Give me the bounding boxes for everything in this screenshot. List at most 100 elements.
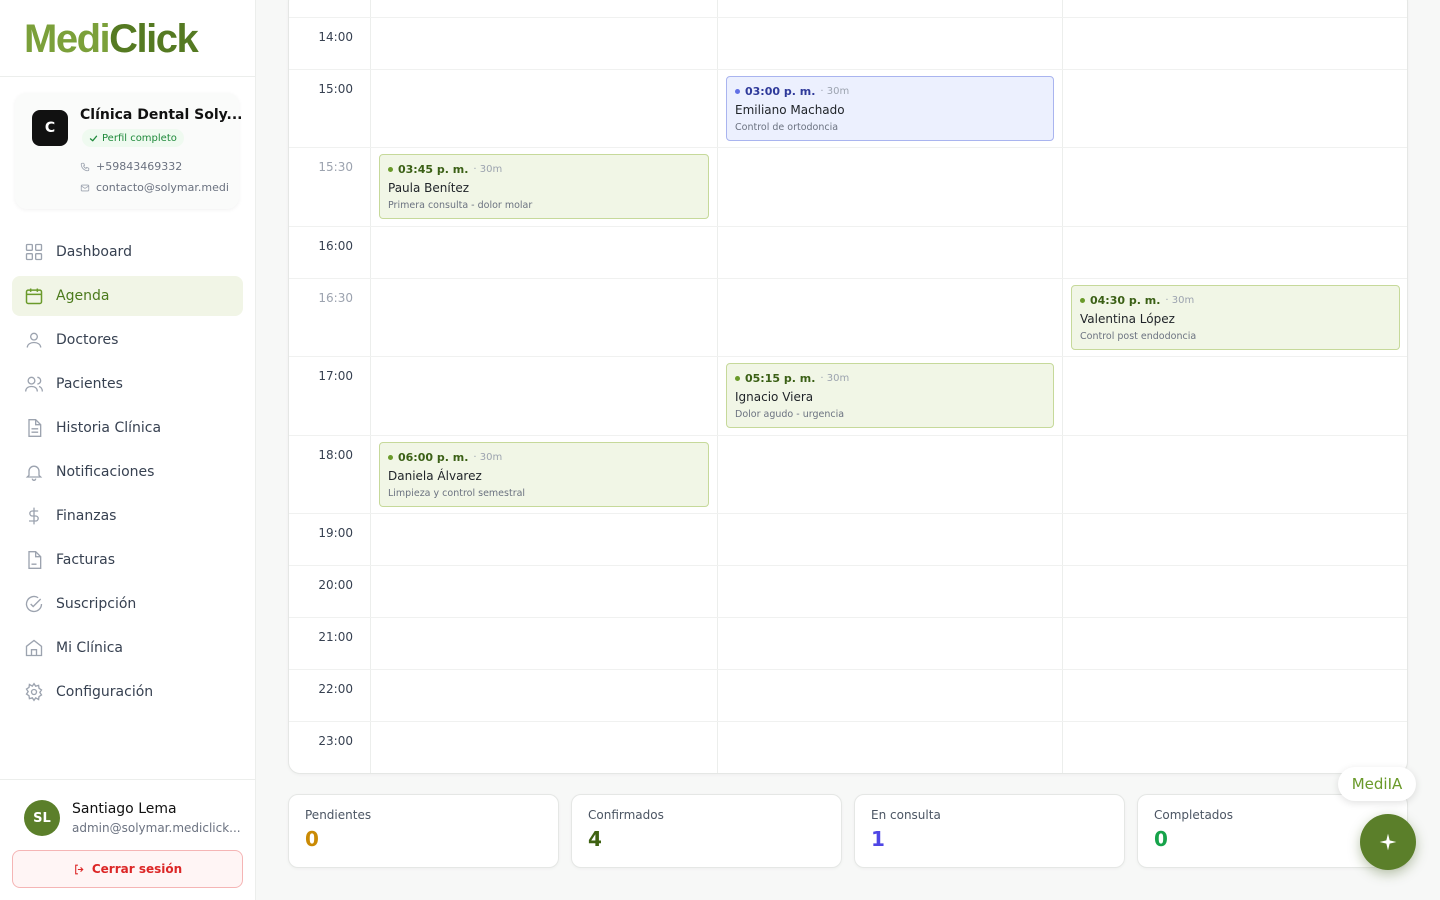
time-slot-label: 19:00: [318, 526, 353, 540]
nav-item-finanzas[interactable]: Finanzas: [12, 496, 243, 536]
nav-label: Doctores: [56, 332, 119, 348]
assistant-label-bubble[interactable]: MediIA: [1338, 767, 1416, 801]
time-slot-label: 23:00: [318, 734, 353, 748]
nav-item-configuracion[interactable]: Configuración: [12, 672, 243, 712]
nav-item-historia-clinica[interactable]: Historia Clínica: [12, 408, 243, 448]
logo-area: MediClick: [0, 0, 255, 77]
appointment-card[interactable]: 04:30 p. m. · 30m Valentina López Contro…: [1071, 285, 1400, 350]
nav-label: Mi Clínica: [56, 640, 124, 656]
stat-value: 4: [588, 827, 602, 851]
appointment-duration: · 30m: [473, 164, 503, 175]
stat-card-confirmados[interactable]: Confirmados 4: [571, 794, 842, 868]
nav-label: Configuración: [56, 684, 154, 700]
status-dot: [388, 167, 393, 172]
time-slot-label: 21:00: [318, 630, 353, 644]
sparkle-icon: [1379, 833, 1397, 851]
time-slot-label: 14:00: [318, 30, 353, 44]
nav-label: Dashboard: [56, 244, 132, 260]
clinic-name: Clínica Dental Soly...: [80, 107, 243, 123]
row-divider: [289, 147, 1407, 148]
assistant-fab-button[interactable]: [1360, 814, 1416, 870]
nav-label: Notificaciones: [56, 464, 155, 480]
main-nav: Dashboard Agenda Doctores Pacientes Hist…: [12, 232, 243, 716]
clinic-avatar: C: [32, 110, 68, 146]
nav-label: Facturas: [56, 552, 116, 568]
stat-label: Completados: [1154, 808, 1234, 822]
appointment-card[interactable]: 06:00 p. m. · 30m Daniela Álvarez Limpie…: [379, 442, 709, 507]
nav-label: Suscripción: [56, 596, 137, 612]
time-slot-label: 15:00: [318, 82, 353, 96]
users-icon: [25, 376, 43, 392]
appointment-note: Control post endodoncia: [1080, 331, 1197, 342]
agenda-calendar: 14:00 15:00 15:30 16:00 16:30 17:00 18:0…: [288, 0, 1408, 774]
nav-label: Pacientes: [56, 376, 123, 392]
stat-label: En consulta: [871, 808, 941, 822]
appointment-patient: Valentina López: [1080, 312, 1175, 326]
phone-icon: [80, 162, 90, 171]
appointment-duration: · 30m: [473, 452, 503, 463]
logout-button[interactable]: Cerrar sesión: [12, 850, 243, 888]
appointment-time: 06:00 p. m.: [398, 451, 469, 464]
row-divider: [289, 356, 1407, 357]
user-name: Santiago Lema: [72, 801, 177, 817]
appointment-time: 05:15 p. m.: [745, 372, 816, 385]
status-dot: [735, 376, 740, 381]
nav-item-mi-clinica[interactable]: Mi Clínica: [12, 628, 243, 668]
appointment-header: 03:45 p. m. · 30m: [388, 163, 700, 176]
status-dot: [1080, 298, 1085, 303]
appointment-patient: Emiliano Machado: [735, 103, 845, 117]
nav-item-notificaciones[interactable]: Notificaciones: [12, 452, 243, 492]
clinic-card[interactable]: C Clínica Dental Soly... Perfil completo…: [15, 93, 243, 209]
calendar-icon: [25, 288, 43, 305]
app-logo[interactable]: MediClick: [24, 18, 255, 60]
clinic-phone-text: +59843469332: [96, 160, 183, 173]
appointment-note: Control de ortodoncia: [735, 122, 839, 133]
nav-item-agenda[interactable]: Agenda: [12, 276, 243, 316]
appointment-card[interactable]: 03:45 p. m. · 30m Paula Benítez Primera …: [379, 154, 709, 219]
row-divider: [289, 17, 1407, 18]
appointment-header: 06:00 p. m. · 30m: [388, 451, 700, 464]
mail-icon: [80, 184, 90, 191]
row-divider: [289, 513, 1407, 514]
check-icon: [89, 135, 98, 141]
stat-value: 0: [305, 827, 319, 851]
sidebar: MediClick C Clínica Dental Soly... Perfi…: [0, 0, 256, 900]
appointment-patient: Paula Benítez: [388, 181, 470, 195]
appointment-time: 04:30 p. m.: [1090, 294, 1161, 307]
nav-item-pacientes[interactable]: Pacientes: [12, 364, 243, 404]
invoice-icon: [28, 551, 42, 569]
check-circle-icon: [25, 595, 43, 613]
appointment-card[interactable]: 05:15 p. m. · 30m Ignacio Viera Dolor ag…: [726, 363, 1054, 428]
row-divider: [289, 278, 1407, 279]
home-icon: [25, 639, 43, 657]
appointment-patient: Ignacio Viera: [735, 390, 814, 404]
time-slot-label: 20:00: [318, 578, 353, 592]
stat-card-en-consulta[interactable]: En consulta 1: [854, 794, 1125, 868]
time-slot-label: 22:00: [318, 682, 353, 696]
row-divider: [289, 226, 1407, 227]
time-slot-label: 17:00: [318, 369, 353, 383]
appointment-card[interactable]: 03:00 p. m. · 30m Emiliano Machado Contr…: [726, 76, 1054, 141]
logo-click: Click: [109, 17, 199, 61]
appointment-header: 04:30 p. m. · 30m: [1080, 294, 1391, 307]
time-slot-label: 15:30: [318, 160, 353, 174]
file-icon: [28, 419, 42, 437]
appointment-duration: · 30m: [1165, 295, 1195, 306]
appointment-time: 03:00 p. m.: [745, 85, 816, 98]
bell-icon: [25, 465, 43, 481]
appointment-duration: · 30m: [820, 373, 850, 384]
row-divider: [289, 617, 1407, 618]
time-column-divider: [370, 0, 371, 773]
time-slot-label: 16:00: [318, 239, 353, 253]
nav-item-suscripcion[interactable]: Suscripción: [12, 584, 243, 624]
stat-label: Confirmados: [588, 808, 664, 822]
avatar[interactable]: SL: [24, 800, 60, 836]
nav-label: Agenda: [56, 288, 110, 304]
nav-label: Finanzas: [56, 508, 117, 524]
nav-item-doctores[interactable]: Doctores: [12, 320, 243, 360]
dollar-icon: [29, 507, 39, 525]
nav-item-dashboard[interactable]: Dashboard: [12, 232, 243, 272]
clinic-email: contacto@solymar.medi: [80, 181, 229, 194]
nav-item-facturas[interactable]: Facturas: [12, 540, 243, 580]
stat-card-pendientes[interactable]: Pendientes 0: [288, 794, 559, 868]
